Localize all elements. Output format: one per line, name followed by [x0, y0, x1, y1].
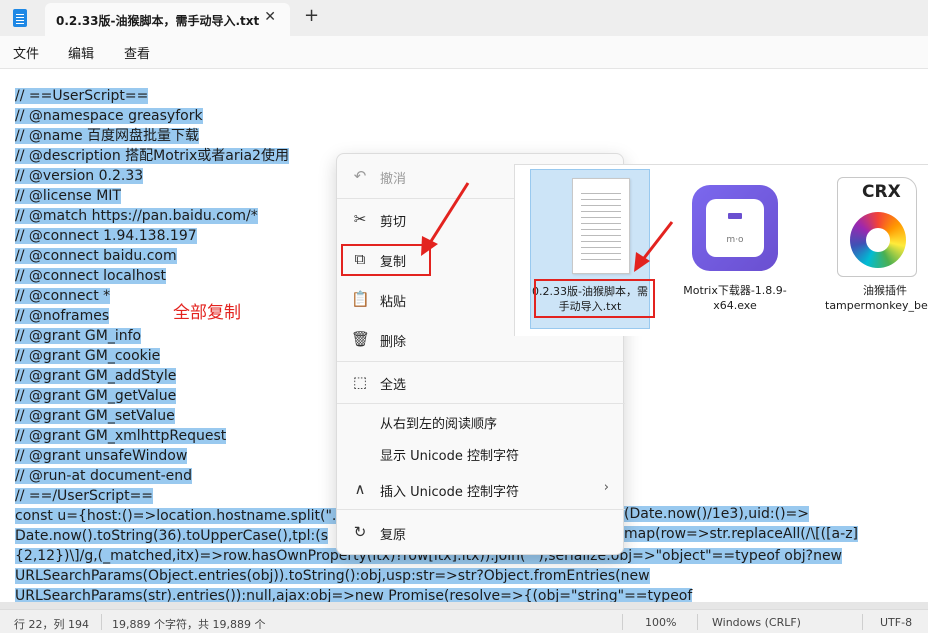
- crx-file-icon: CRX: [837, 177, 917, 277]
- undo-icon: ↶: [353, 167, 367, 185]
- menu-edit[interactable]: 编辑: [68, 43, 94, 62]
- status-divider: [862, 614, 863, 630]
- menu-undo-label: 撤消: [380, 172, 407, 187]
- file-crx[interactable]: CRX 油猴插件tampermonkey_beta.crx: [825, 169, 928, 329]
- menu-select-all-label: 全选: [380, 378, 407, 393]
- notepad-app-icon: [13, 9, 27, 27]
- menu-reconvert-label: 复原: [380, 528, 407, 543]
- code-line: URLSearchParams(Object.entries(obj)).toS…: [15, 568, 650, 584]
- code-line: // @name 百度网盘批量下载: [15, 128, 200, 144]
- menu-divider: [337, 509, 625, 510]
- menu-reconvert[interactable]: ↻ 复原: [341, 514, 621, 550]
- code-line-tail: map(row=>str.replaceAll(/\[([a-z]: [624, 526, 859, 542]
- cursor-position: 行 22，列 194: [14, 618, 89, 631]
- encoding[interactable]: UTF-8: [880, 616, 912, 629]
- menu-cut-label: 剪切: [380, 215, 407, 230]
- file-motrix[interactable]: m·o Motrix下载器-1.8.9-x64.exe: [675, 169, 795, 329]
- status-divider: [697, 614, 698, 630]
- title-bar: 0.2.33版-油猴脚本，需手动导入.txt ✕ +: [0, 0, 928, 36]
- chrome-logo-icon: [850, 212, 906, 268]
- status-divider: [622, 614, 623, 630]
- menu-insert-unicode-label: 插入 Unicode 控制字符: [380, 485, 519, 500]
- code-line: // @namespace greasyfork: [15, 108, 203, 124]
- new-tab-button[interactable]: +: [304, 5, 319, 26]
- file-highlight-box: [534, 279, 655, 318]
- redo-icon: ↻: [353, 523, 367, 541]
- caret-up-icon: ∧: [354, 480, 366, 498]
- horizontal-scrollbar[interactable]: [0, 602, 928, 609]
- tab-title: 0.2.33版-油猴脚本，需手动导入.txt: [56, 14, 260, 28]
- status-bar: 行 22，列 194 19,889 个字符，共 19,889 个 100% Wi…: [0, 609, 928, 633]
- menu-view[interactable]: 查看: [124, 43, 150, 62]
- select-all-icon: ⬚: [352, 373, 368, 391]
- menu-select-all[interactable]: ⬚ 全选: [341, 364, 621, 400]
- menu-delete-label: 删除: [380, 335, 407, 350]
- file-motrix-name: Motrix下载器-1.8.9-x64.exe: [683, 284, 787, 312]
- menu-show-unicode-label: 显示 Unicode 控制字符: [380, 449, 519, 464]
- trash-icon: 🗑: [351, 330, 371, 348]
- menu-bar: 文件 编辑 查看: [0, 36, 928, 68]
- motrix-app-icon: m·o: [692, 185, 778, 271]
- copy-highlight-box: [341, 244, 431, 276]
- menu-file[interactable]: 文件: [13, 43, 39, 62]
- menu-insert-unicode[interactable]: ∧ 插入 Unicode 控制字符 ›: [341, 471, 621, 507]
- clipboard-icon: 📋: [351, 290, 370, 308]
- menu-show-unicode[interactable]: 显示 Unicode 控制字符: [341, 435, 621, 471]
- code-line-tail: (Date.now()/1e3),uid:()=>: [624, 506, 809, 522]
- file-crx-name: 油猴插件tampermonkey_beta.crx: [825, 284, 928, 312]
- char-count: 19,889 个字符，共 19,889 个: [112, 618, 266, 631]
- line-ending[interactable]: Windows (CRLF): [712, 616, 801, 629]
- document-tab[interactable]: 0.2.33版-油猴脚本，需手动导入.txt ✕: [45, 3, 290, 36]
- menu-rtl[interactable]: 从右到左的阅读顺序: [341, 403, 621, 439]
- zoom-level[interactable]: 100%: [645, 616, 676, 629]
- menu-paste-label: 粘贴: [380, 295, 407, 310]
- chevron-right-icon: ›: [603, 480, 609, 495]
- select-all-annotation: 全部复制: [173, 303, 241, 323]
- code-line: // ==UserScript==: [15, 88, 149, 104]
- menu-rtl-label: 从右到左的阅读顺序: [380, 417, 498, 432]
- close-tab-icon[interactable]: ✕: [264, 9, 276, 25]
- menu-divider: [337, 361, 625, 362]
- text-file-icon: [572, 178, 630, 274]
- status-divider: [101, 614, 102, 630]
- scissors-icon: ✂: [353, 210, 367, 228]
